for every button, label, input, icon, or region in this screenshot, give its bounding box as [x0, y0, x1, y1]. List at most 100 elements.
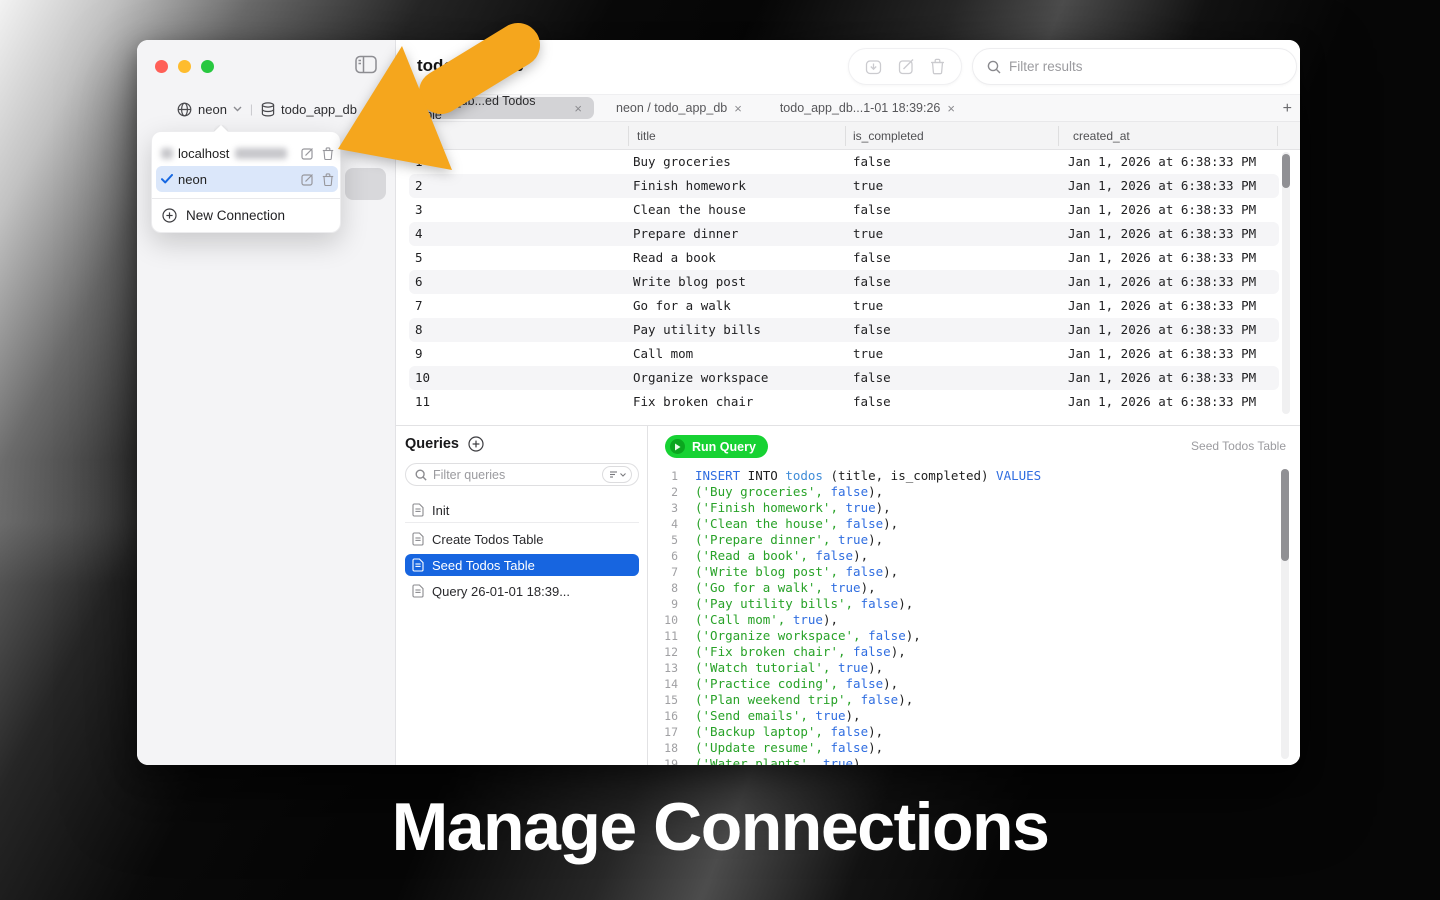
table-cell: Go for a walk [633, 298, 731, 313]
edit-connection-icon[interactable] [301, 147, 314, 160]
column-divider[interactable] [628, 126, 629, 146]
column-divider[interactable] [1277, 126, 1278, 146]
table-cell: Jan 1, 2026 at 6:38:33 PM [1068, 346, 1257, 361]
edit-row-icon[interactable] [898, 58, 915, 75]
table-row[interactable]: 9 Call mom true Jan 1, 2026 at 6:38:33 PM [396, 342, 1300, 366]
sidebar: neon | todo_app_db localhost neon New Co… [137, 40, 396, 765]
code-text: ('Clean the house', false), [695, 516, 899, 531]
document-icon [412, 503, 424, 517]
table-scrollbar-thumb[interactable] [1282, 154, 1290, 188]
line-number: 14 [664, 677, 678, 691]
table-row[interactable]: 10 Organize workspace false Jan 1, 2026 at … [396, 366, 1300, 390]
window-controls [155, 60, 214, 73]
code-text: ('Organize workspace', false), [695, 628, 921, 643]
table-cell: Jan 1, 2026 at 6:38:33 PM [1068, 370, 1257, 385]
table-row[interactable]: 1 Buy groceries false Jan 1, 2026 at 6:38:3… [396, 150, 1300, 174]
column-divider[interactable] [1058, 126, 1059, 146]
editor-scrollbar-thumb[interactable] [1281, 469, 1289, 561]
line-number: 13 [664, 661, 678, 675]
delete-connection-icon[interactable] [322, 146, 334, 160]
column-header-is-completed[interactable]: is_completed [853, 129, 924, 143]
line-number: 19 [664, 757, 678, 765]
column-header-title[interactable]: title [637, 129, 656, 143]
code-text: ('Read a book', false), [695, 548, 869, 563]
table-row[interactable]: 11 Fix broken chair false Jan 1, 2026 at 6:… [396, 390, 1300, 414]
code-text: ('Finish homework', true), [695, 500, 891, 515]
table-cell: true [853, 178, 884, 193]
table-cell: 3 [415, 202, 423, 217]
separator: | [249, 102, 254, 116]
column-header-created-at[interactable]: created_at [1073, 129, 1130, 143]
column-header-id[interactable]: id [417, 129, 426, 143]
code-line: 19 ('Water plants', true), [648, 756, 1288, 765]
table-scrollbar [1282, 152, 1290, 414]
code-text: ('Fix broken chair', false), [695, 644, 906, 659]
table-row[interactable]: 3 Clean the house false Jan 1, 2026 at 6:38… [396, 198, 1300, 222]
table-cell: false [853, 202, 891, 217]
tab-bar: do_app_db...ed Todos Table × neon / todo… [396, 94, 1300, 122]
sql-editor[interactable]: Run Query Seed Todos Table 1 INSERT INTO … [648, 426, 1300, 765]
table-cell: Buy groceries [633, 154, 731, 169]
minimize-window-button[interactable] [178, 60, 191, 73]
code-text: ('Pay utility bills', false), [695, 596, 914, 611]
query-item[interactable]: Create Todos Table [405, 528, 639, 550]
line-number: 16 [664, 709, 678, 723]
table-row[interactable]: 4 Prepare dinner true Jan 1, 2026 at 6:38:3… [396, 222, 1300, 246]
close-tab-icon[interactable]: × [734, 102, 742, 115]
connection-item-localhost[interactable]: localhost [156, 140, 338, 166]
tab-query-timestamp[interactable]: todo_app_db...1-01 18:39:26 × [768, 97, 967, 119]
code-text: ('Watch tutorial', true), [695, 660, 884, 675]
new-connection-button[interactable]: New Connection [156, 202, 338, 228]
run-query-button[interactable]: Run Query [665, 435, 768, 458]
code-line: 16 ('Send emails', true), [648, 708, 1288, 724]
query-item[interactable]: Init [405, 498, 639, 523]
close-window-button[interactable] [155, 60, 168, 73]
table-header: id title is_completed created_at [396, 122, 1300, 150]
table-cell: Pay utility bills [633, 322, 761, 337]
table-cell: false [853, 274, 891, 289]
close-tab-icon[interactable]: × [574, 102, 582, 115]
table-row[interactable]: 2 Finish homework true Jan 1, 2026 at 6:38:… [396, 174, 1300, 198]
line-number: 18 [664, 741, 678, 755]
table-cell: Fix broken chair [633, 394, 754, 409]
new-tab-button[interactable]: + [1283, 95, 1292, 123]
queries-title: Queries [405, 436, 459, 452]
query-item[interactable]: Seed Todos Table [405, 554, 639, 576]
export-icon[interactable] [865, 58, 882, 75]
connection-switcher[interactable]: neon | todo_app_db [177, 96, 357, 122]
delete-row-icon[interactable] [930, 58, 945, 75]
query-item[interactable]: Query 26-01-01 18:39... [405, 580, 639, 602]
add-query-icon[interactable] [468, 436, 484, 452]
tab-seed-todos-table[interactable]: do_app_db...ed Todos Table × [400, 94, 594, 122]
column-divider[interactable] [845, 126, 846, 146]
table-row[interactable]: 6 Write blog post false Jan 1, 2026 at 6:38… [396, 270, 1300, 294]
query-sort-button[interactable] [602, 466, 632, 483]
line-number: 11 [664, 629, 678, 643]
table-row[interactable]: 5 Read a book false Jan 1, 2026 at 6:38:33 … [396, 246, 1300, 270]
code-line: 1 INSERT INTO todos (title, is_completed)… [648, 468, 1288, 484]
table-row[interactable]: 7 Go for a walk true Jan 1, 2026 at 6:38:33… [396, 294, 1300, 318]
code-line: 11 ('Organize workspace', false), [648, 628, 1288, 644]
filter-results-input[interactable] [1009, 59, 1259, 74]
globe-icon [177, 102, 192, 117]
edit-connection-icon[interactable] [301, 173, 314, 186]
zoom-window-button[interactable] [201, 60, 214, 73]
table-cell: false [853, 394, 891, 409]
delete-connection-icon[interactable] [322, 172, 334, 186]
query-item-label: Init [432, 502, 450, 518]
sidebar-toggle-icon[interactable] [355, 55, 377, 74]
connection-item-neon[interactable]: neon [156, 166, 338, 192]
table-row[interactable]: 8 Pay utility bills false Jan 1, 2026 at 6:… [396, 318, 1300, 342]
code-line: 8 ('Go for a walk', true), [648, 580, 1288, 596]
table-cell: Write blog post [633, 274, 746, 289]
search-icon [415, 469, 427, 481]
code-line: 13 ('Watch tutorial', true), [648, 660, 1288, 676]
tab-neon-todo-app-db[interactable]: neon / todo_app_db × [604, 97, 754, 119]
popover-caret [214, 125, 228, 132]
line-number: 6 [671, 549, 678, 563]
code-text: ('Prepare dinner', true), [695, 532, 884, 547]
code-text: ('Call mom', true), [695, 612, 839, 627]
filter-queries-input[interactable] [433, 467, 596, 482]
document-icon [412, 558, 424, 572]
close-tab-icon[interactable]: × [947, 102, 955, 115]
